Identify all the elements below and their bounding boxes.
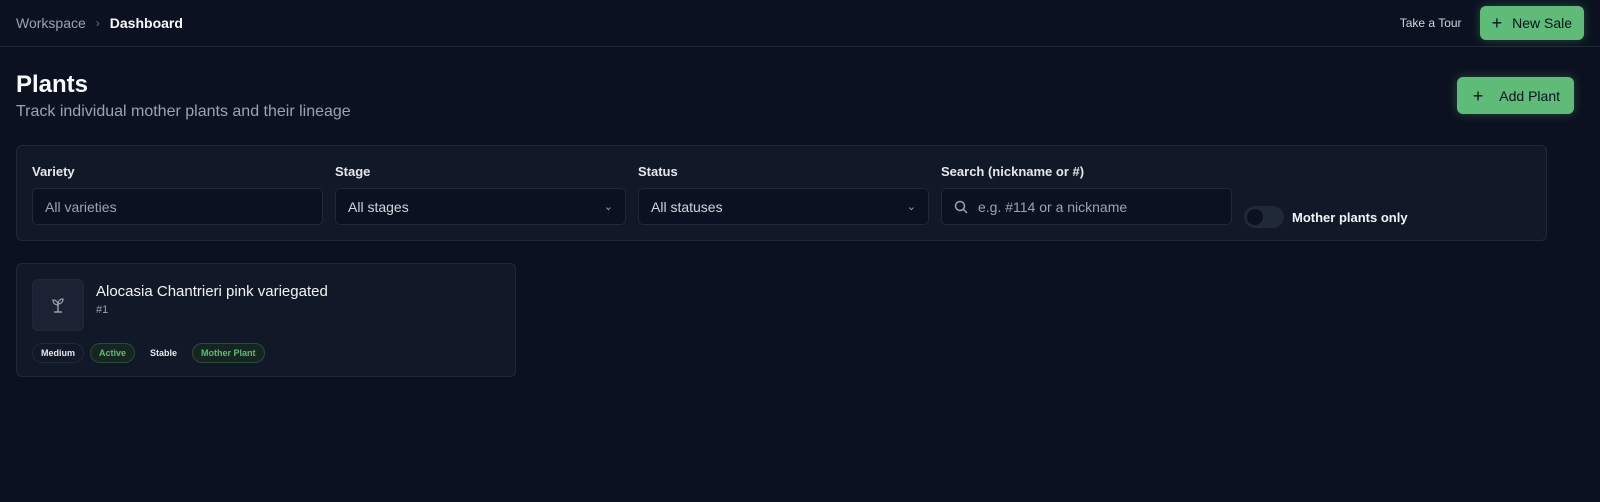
plant-number: #1 (96, 304, 109, 316)
variety-filter: Variety All varieties (32, 164, 323, 240)
stage-label: Stage (335, 164, 371, 179)
stage-value: All stages (348, 198, 409, 215)
mother-plants-label: Mother plants only (1292, 209, 1408, 225)
breadcrumb-dashboard: Dashboard (109, 15, 183, 31)
take-tour-link[interactable]: Take a Tour (1400, 16, 1462, 30)
status-value: All statuses (651, 198, 723, 215)
page-subtitle: Track individual mother plants and their… (16, 103, 351, 120)
status-select[interactable]: All statuses ⌄ (638, 188, 929, 225)
new-sale-button[interactable]: + New Sale (1479, 6, 1584, 40)
search-label: Search (nickname or #) (941, 164, 1085, 179)
plant-badges: Medium Active Stable Mother Plant (32, 343, 500, 363)
page-title: Plants (16, 71, 89, 98)
new-sale-label: New Sale (1512, 15, 1572, 31)
plus-icon: + (1472, 85, 1484, 106)
status-label: Status (638, 164, 678, 179)
search-icon (954, 200, 968, 214)
toggle-knob (1247, 209, 1263, 225)
top-bar: Workspace › Dashboard Take a Tour + New … (0, 0, 1600, 47)
search-placeholder: e.g. #114 or a nickname (978, 198, 1128, 215)
breadcrumb-workspace[interactable]: Workspace (16, 15, 86, 31)
mother-plant-badge: Mother Plant (192, 343, 265, 363)
stage-badge: Stable (150, 348, 178, 358)
add-plant-label: Add Plant (1499, 87, 1560, 104)
page-header: Plants Track individual mother plants an… (0, 71, 1600, 121)
mother-toggle-group: Mother plants only (1244, 194, 1408, 240)
status-filter: Status All statuses ⌄ (638, 164, 929, 240)
stage-filter: Stage All stages ⌄ (335, 164, 626, 240)
variety-label: Variety (32, 164, 75, 179)
plant-name: Alocasia Chantrieri pink variegated (96, 283, 328, 300)
stage-select[interactable]: All stages ⌄ (335, 188, 626, 225)
chevron-down-icon: ⌄ (603, 201, 613, 213)
chevron-right-icon: › (95, 16, 100, 30)
search-input[interactable]: e.g. #114 or a nickname (941, 188, 1232, 225)
add-plant-button[interactable]: + Add Plant (1456, 77, 1574, 114)
sprout-icon (32, 279, 84, 331)
status-badge: Active (90, 343, 136, 363)
breadcrumb: Workspace › Dashboard (16, 15, 183, 31)
plant-card[interactable]: Alocasia Chantrieri pink variegated #1 M… (16, 263, 516, 377)
variety-input[interactable]: All varieties (32, 188, 323, 225)
size-badge: Medium (32, 343, 85, 363)
search-filter: Search (nickname or #) e.g. #114 or a ni… (941, 164, 1232, 240)
mother-plants-toggle[interactable] (1244, 206, 1284, 228)
plus-icon: + (1491, 13, 1503, 33)
chevron-down-icon: ⌄ (906, 201, 916, 213)
filter-panel: Variety All varieties Stage All stages ⌄… (16, 145, 1547, 241)
variety-placeholder: All varieties (45, 198, 117, 215)
